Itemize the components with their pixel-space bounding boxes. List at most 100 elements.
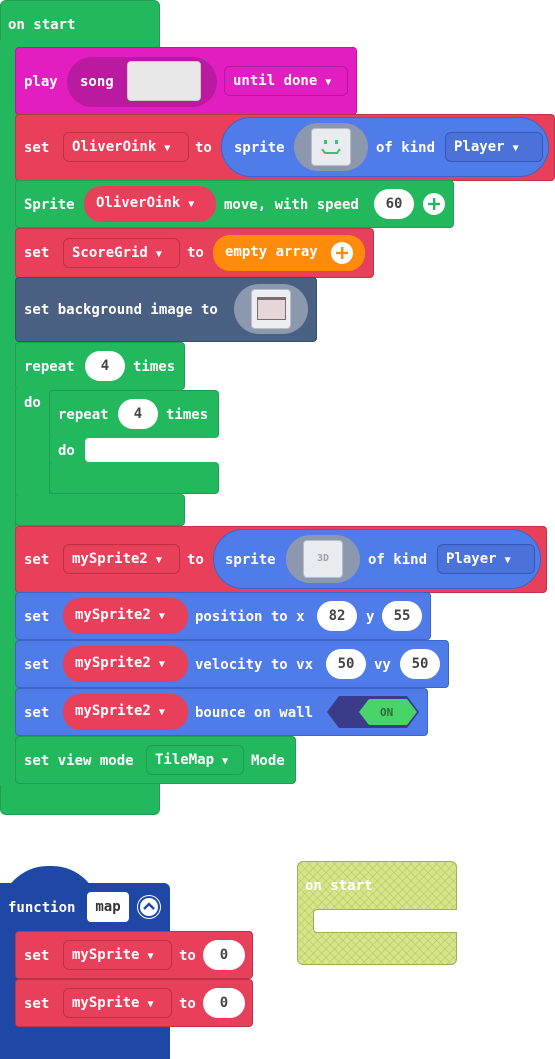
empty-array-label: empty array xyxy=(225,244,318,260)
to-label: to xyxy=(187,552,204,568)
variable-name: ScoreGrid xyxy=(72,245,148,261)
dropdown-caret-icon: ▼ xyxy=(147,999,154,1010)
bounce-label: bounce on wall xyxy=(195,705,314,721)
dropdown-caret-icon: ▼ xyxy=(158,611,165,622)
velocity-vx-input[interactable]: 50 xyxy=(326,649,366,679)
position-y-input[interactable]: 55 xyxy=(382,601,422,631)
to-label: to xyxy=(179,996,196,1012)
dropdown-caret-icon: ▼ xyxy=(222,756,229,767)
kind-name: Player xyxy=(446,551,497,567)
3d-sprite-icon: 3D xyxy=(303,540,343,578)
3d-image-text: 3D xyxy=(316,553,330,564)
value-input[interactable]: 0 xyxy=(203,988,245,1018)
background-label: set background image to xyxy=(24,302,218,318)
dropdown-caret-icon: ▼ xyxy=(155,555,162,566)
repeat-inner-empty-slot[interactable] xyxy=(85,438,219,462)
dropdown-caret-icon: ▼ xyxy=(188,199,195,210)
toggle-on-label: ON xyxy=(380,706,394,719)
repeat-label: repeat xyxy=(58,407,109,423)
dropdown-caret-icon: ▼ xyxy=(504,555,511,566)
smiley-sprite-icon xyxy=(311,128,351,166)
variable-name: mySprite2 xyxy=(75,703,151,719)
value-input[interactable]: 0 xyxy=(203,940,245,970)
repeat-inner-foot xyxy=(49,462,219,494)
position-label: position to x xyxy=(195,609,305,625)
repeat-inner-count-input[interactable]: 4 xyxy=(118,399,158,429)
variable-reporter-oliveroink[interactable]: OliverOink ▼ xyxy=(84,186,216,222)
dropdown-caret-icon: ▼ xyxy=(512,143,519,154)
variable-name: OliverOink xyxy=(72,139,157,155)
dropdown-caret-icon: ▼ xyxy=(155,249,162,260)
variable-dropdown-mysprite[interactable]: mySprite ▼ xyxy=(63,940,172,970)
set-label: set xyxy=(24,552,50,568)
window-image-icon xyxy=(251,289,291,329)
on-off-toggle[interactable] xyxy=(327,696,419,728)
y-label: y xyxy=(366,609,375,625)
move-speed-label: move, with speed xyxy=(224,197,359,213)
set-label: set xyxy=(24,948,50,964)
variable-dropdown-oliveroink[interactable]: OliverOink ▼ xyxy=(63,132,189,162)
set-label: set xyxy=(24,657,50,673)
disabled-block-empty-slot[interactable] xyxy=(313,909,457,933)
dropdown-caret-icon: ▼ xyxy=(164,143,171,154)
function-label: function xyxy=(8,900,76,916)
sprite-label: sprite xyxy=(234,140,285,156)
until-done-dropdown[interactable]: until done ▼ xyxy=(224,66,348,96)
variable-dropdown-mysprite2[interactable]: mySprite2 ▼ xyxy=(63,544,180,574)
variable-name: mySprite xyxy=(72,947,140,963)
kind-dropdown[interactable]: Player ▼ xyxy=(445,132,543,162)
position-x-input[interactable]: 82 xyxy=(317,601,357,631)
set-label: set xyxy=(24,609,50,625)
to-label: to xyxy=(187,245,204,261)
kind-name: Player xyxy=(454,139,505,155)
view-mode-label: set view mode xyxy=(24,753,134,769)
dropdown-caret-icon: ▼ xyxy=(325,77,332,88)
times-label: times xyxy=(166,407,209,423)
sprite-move-label: Sprite xyxy=(24,197,75,213)
mode-label: Mode xyxy=(251,753,285,769)
vy-label: vy xyxy=(374,657,391,673)
variable-name: mySprite2 xyxy=(72,551,148,567)
add-icon[interactable] xyxy=(423,193,445,215)
variable-reporter-mysprite2[interactable]: mySprite2 ▼ xyxy=(63,694,188,730)
set-label: set xyxy=(24,705,50,721)
variable-dropdown-scoregrid[interactable]: ScoreGrid ▼ xyxy=(63,238,180,268)
variable-reporter-mysprite2[interactable]: mySprite2 ▼ xyxy=(63,646,188,682)
kind-dropdown[interactable]: Player ▼ xyxy=(437,544,535,574)
set-label: set xyxy=(24,996,50,1012)
dropdown-caret-icon: ▼ xyxy=(147,951,154,962)
collapse-icon[interactable] xyxy=(137,895,161,919)
repeat-label: repeat xyxy=(24,359,75,375)
add-icon[interactable] xyxy=(331,242,353,264)
variable-name: mySprite xyxy=(72,995,140,1011)
repeat-outer-count-input[interactable]: 4 xyxy=(85,351,125,381)
dropdown-caret-icon: ▼ xyxy=(158,707,165,718)
do-label: do xyxy=(24,395,41,411)
speed-input[interactable]: 60 xyxy=(374,189,414,219)
repeat-outer-foot xyxy=(15,494,185,526)
of-kind-label: of kind xyxy=(368,552,428,568)
variable-dropdown-mysprite[interactable]: mySprite ▼ xyxy=(63,988,172,1018)
until-done-label: until done xyxy=(233,73,318,89)
function-name-field[interactable]: map xyxy=(87,892,129,922)
play-label: play xyxy=(24,74,58,90)
set-label: set xyxy=(24,245,50,261)
disabled-on-start-label: on start xyxy=(305,878,373,894)
song-editor-field[interactable] xyxy=(127,61,201,101)
on-start-body xyxy=(0,40,15,785)
to-label: to xyxy=(179,948,196,964)
set-label: set xyxy=(24,140,50,156)
variable-name: mySprite2 xyxy=(75,607,151,623)
variable-reporter-mysprite2[interactable]: mySprite2 ▼ xyxy=(63,598,188,634)
velocity-label: velocity to vx xyxy=(195,657,314,673)
to-label: to xyxy=(195,140,212,156)
view-mode-dropdown[interactable]: TileMap ▼ xyxy=(146,745,244,775)
of-kind-label: of kind xyxy=(376,140,436,156)
sprite-label: sprite xyxy=(225,552,276,568)
variable-name: mySprite2 xyxy=(75,655,151,671)
velocity-vy-input[interactable]: 50 xyxy=(400,649,440,679)
do-label: do xyxy=(58,443,75,459)
times-label: times xyxy=(133,359,176,375)
on-start-label: on start xyxy=(8,17,76,33)
view-mode-name: TileMap xyxy=(155,752,215,768)
